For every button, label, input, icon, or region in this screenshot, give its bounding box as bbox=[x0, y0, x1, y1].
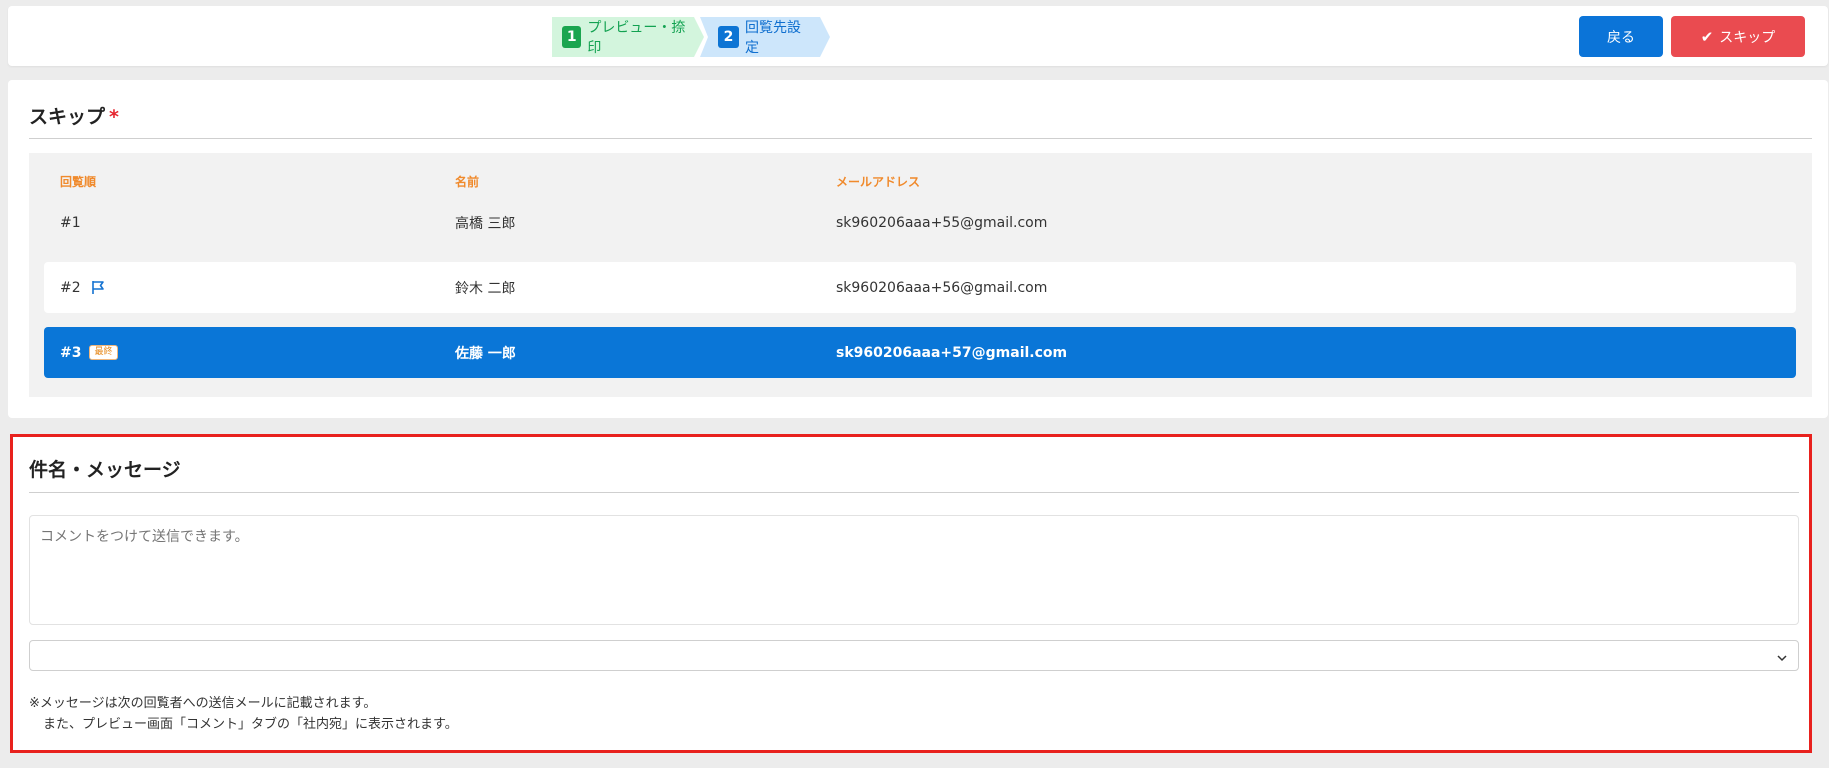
email-cell: sk960206aaa+56@gmail.com bbox=[836, 279, 1048, 296]
order-label: #3 bbox=[60, 344, 82, 361]
name-cell: 高橋 三郎 bbox=[455, 215, 516, 232]
divider bbox=[29, 138, 1812, 139]
email-cell: sk960206aaa+55@gmail.com bbox=[836, 214, 1048, 231]
step-number: 2 bbox=[718, 26, 739, 48]
chevron-down-icon bbox=[1776, 649, 1788, 668]
step-number: 1 bbox=[562, 26, 581, 48]
order-cell: #2 bbox=[60, 262, 105, 313]
column-header-name: 名前 bbox=[455, 175, 480, 189]
order-cell: #1 bbox=[60, 214, 81, 231]
step-label: 回覧先設定 bbox=[745, 20, 802, 56]
check-icon: ✔ bbox=[1700, 27, 1714, 46]
table-row[interactable]: #1 高橋 三郎 sk960206aaa+55@gmail.com bbox=[44, 197, 1796, 248]
name-cell: 佐藤 一郎 bbox=[455, 345, 516, 362]
skip-button-label: スキップ bbox=[1719, 29, 1776, 46]
progress-steps: 1 プレビュー・捺印 2 回覧先設定 bbox=[552, 17, 830, 57]
back-button[interactable]: 戻る bbox=[1579, 16, 1663, 57]
subject-select[interactable] bbox=[29, 640, 1799, 671]
section-title: スキップ * bbox=[29, 102, 119, 129]
message-title: 件名・メッセージ bbox=[29, 459, 181, 481]
note-line-1: ※メッセージは次の回覧者への送信メールに記載されます。 bbox=[29, 696, 377, 711]
table-row[interactable]: #2 鈴木 二郎 sk960206aaa+56@gmail.com bbox=[44, 262, 1796, 313]
skip-button[interactable]: ✔ スキップ bbox=[1671, 16, 1805, 57]
message-textarea[interactable] bbox=[29, 515, 1799, 625]
table-row-selected[interactable]: #3 最終 佐藤 一郎 sk960206aaa+57@gmail.com bbox=[44, 327, 1796, 378]
column-header-order: 回覧順 bbox=[60, 175, 97, 189]
order-cell: #3 最終 bbox=[60, 327, 118, 378]
step-label: プレビュー・捺印 bbox=[587, 20, 686, 56]
message-note: ※メッセージは次の回覧者への送信メールに記載されます。 また、プレビュー画面「コ… bbox=[29, 693, 458, 735]
route-table: 回覧順 名前 メールアドレス #1 高橋 三郎 sk960206aaa+55@g… bbox=[29, 153, 1812, 397]
step-preview[interactable]: 1 プレビュー・捺印 bbox=[552, 17, 704, 57]
final-badge: 最終 bbox=[89, 345, 118, 360]
skip-title: スキップ bbox=[29, 106, 106, 128]
divider bbox=[29, 492, 1799, 493]
name-cell: 鈴木 二郎 bbox=[455, 280, 516, 297]
email-cell: sk960206aaa+57@gmail.com bbox=[836, 344, 1068, 361]
top-bar: 1 プレビュー・捺印 2 回覧先設定 戻る ✔ スキップ bbox=[8, 6, 1828, 66]
message-card: 件名・メッセージ ※メッセージは次の回覧者への送信メールに記載されます。 また、… bbox=[10, 434, 1812, 753]
step-route-settings[interactable]: 2 回覧先設定 bbox=[700, 17, 830, 57]
required-mark: * bbox=[109, 106, 119, 128]
note-line-2: また、プレビュー画面「コメント」タブの「社内宛」に表示されます。 bbox=[43, 717, 458, 732]
skip-card: スキップ * 回覧順 名前 メールアドレス #1 高橋 三郎 sk960206aa… bbox=[8, 80, 1828, 418]
table-header: 回覧順 名前 メールアドレス bbox=[29, 173, 1812, 191]
order-label: #2 bbox=[60, 279, 81, 296]
flag-icon bbox=[91, 280, 105, 295]
column-header-email: メールアドレス bbox=[836, 175, 921, 189]
